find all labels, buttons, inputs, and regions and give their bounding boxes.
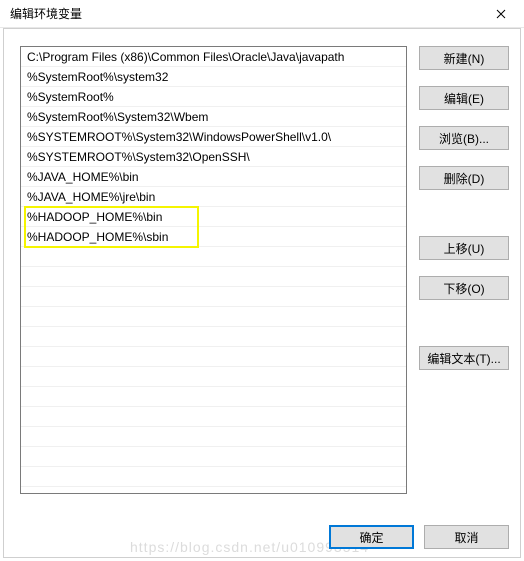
path-list-row[interactable] <box>21 367 406 387</box>
cancel-button[interactable]: 取消 <box>424 525 509 549</box>
path-list-row[interactable]: C:\Program Files (x86)\Common Files\Orac… <box>21 47 406 67</box>
movedown-button[interactable]: 下移(O) <box>419 276 509 300</box>
browse-button[interactable]: 浏览(B)... <box>419 126 509 150</box>
moveup-button[interactable]: 上移(U) <box>419 236 509 260</box>
window-title: 编辑环境变量 <box>10 5 82 22</box>
path-list-row[interactable]: %SystemRoot%\system32 <box>21 67 406 87</box>
path-list-row[interactable] <box>21 287 406 307</box>
edittext-button[interactable]: 编辑文本(T)... <box>419 346 509 370</box>
path-list-row[interactable]: %JAVA_HOME%\jre\bin <box>21 187 406 207</box>
path-list-row[interactable] <box>21 407 406 427</box>
path-list-row[interactable] <box>21 267 406 287</box>
arrow-annotation <box>21 487 407 494</box>
dialog-footer: 确定 取消 <box>329 525 509 549</box>
new-button[interactable]: 新建(N) <box>419 46 509 70</box>
path-list-row[interactable] <box>21 247 406 267</box>
path-list[interactable]: C:\Program Files (x86)\Common Files\Orac… <box>20 46 407 494</box>
button-column: 新建(N) 编辑(E) 浏览(B)... 删除(D) 上移(U) 下移(O) 编… <box>419 46 509 494</box>
ok-button[interactable]: 确定 <box>329 525 414 549</box>
path-list-row[interactable] <box>21 447 406 467</box>
path-list-row[interactable] <box>21 347 406 367</box>
path-list-row[interactable] <box>21 427 406 447</box>
path-list-row[interactable]: %SYSTEMROOT%\System32\OpenSSH\ <box>21 147 406 167</box>
close-icon <box>496 9 506 19</box>
titlebar: 编辑环境变量 <box>0 0 524 28</box>
path-list-row[interactable] <box>21 387 406 407</box>
path-list-row[interactable] <box>21 327 406 347</box>
path-list-row[interactable]: %HADOOP_HOME%\bin <box>21 207 406 227</box>
path-list-row[interactable]: %HADOOP_HOME%\sbin <box>21 227 406 247</box>
path-list-row[interactable]: %JAVA_HOME%\bin <box>21 167 406 187</box>
dialog-content: C:\Program Files (x86)\Common Files\Orac… <box>0 28 524 509</box>
path-list-row[interactable] <box>21 467 406 487</box>
close-button[interactable] <box>486 4 516 24</box>
path-list-row[interactable]: %SYSTEMROOT%\System32\WindowsPowerShell\… <box>21 127 406 147</box>
path-list-row[interactable]: %SystemRoot%\System32\Wbem <box>21 107 406 127</box>
path-list-row[interactable]: %SystemRoot% <box>21 87 406 107</box>
delete-button[interactable]: 删除(D) <box>419 166 509 190</box>
path-list-row[interactable] <box>21 307 406 327</box>
edit-button[interactable]: 编辑(E) <box>419 86 509 110</box>
